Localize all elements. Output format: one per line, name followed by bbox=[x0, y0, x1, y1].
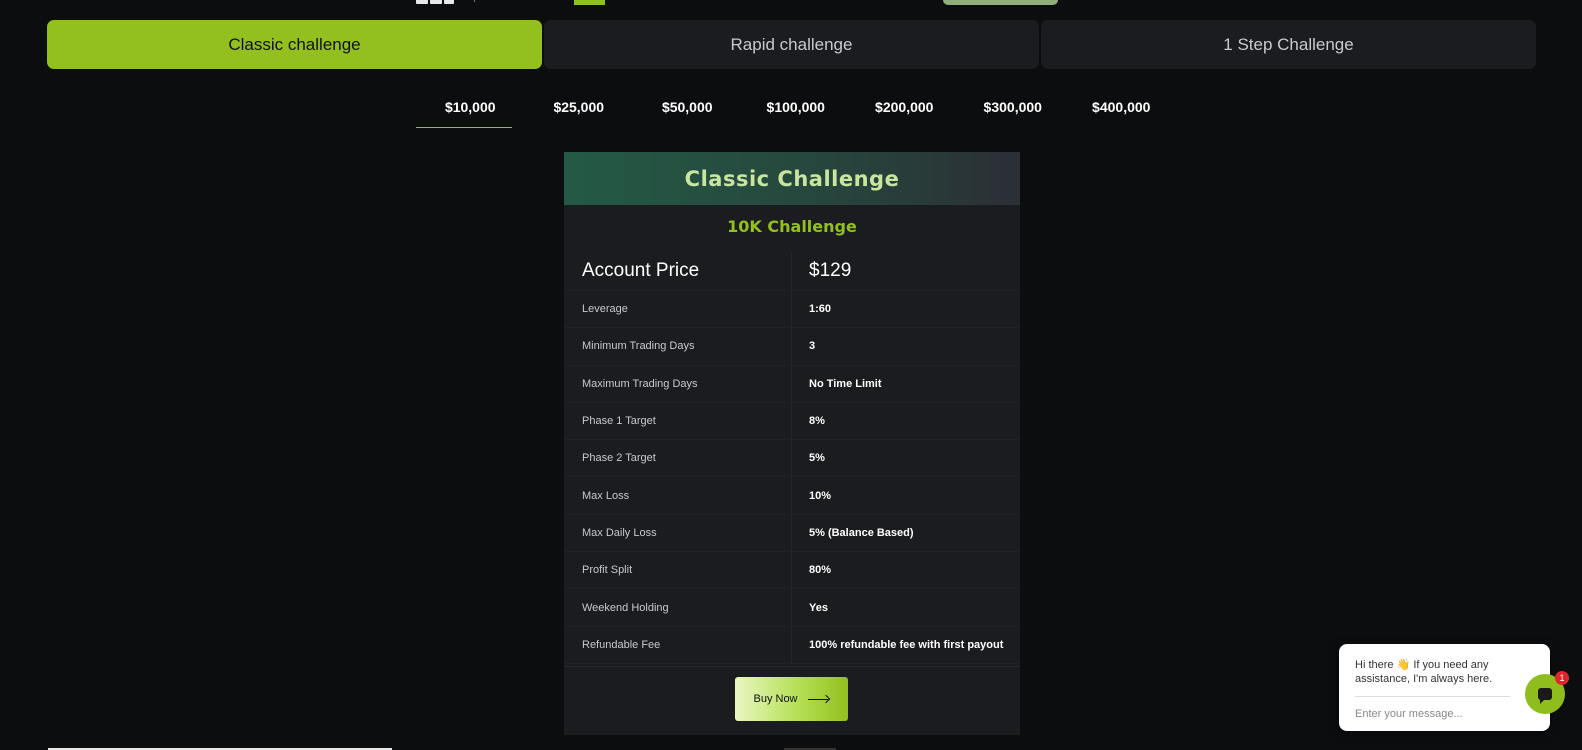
row-label: Max Daily Loss bbox=[564, 514, 792, 552]
tab-1-step-challenge[interactable]: 1 Step Challenge bbox=[1041, 20, 1536, 69]
tab-amount-100000[interactable]: $100,000 bbox=[742, 88, 851, 128]
row-value: 5% (Balance Based) bbox=[809, 526, 914, 539]
row-value: 3 bbox=[809, 340, 816, 353]
arrow-right-icon bbox=[807, 695, 830, 703]
table-row: Weekend Holding Yes bbox=[564, 589, 1020, 627]
chat-greeting: Hi there 👋 If you need any assistance, I… bbox=[1355, 659, 1493, 685]
challenge-details-table: Account Price $129 Leverage 1:60 Minimum… bbox=[564, 252, 1020, 664]
row-value: 5% bbox=[809, 452, 825, 465]
tab-amount-300000[interactable]: $300,000 bbox=[959, 88, 1068, 128]
logo-tagline bbox=[474, 0, 518, 2]
row-value: 10% bbox=[809, 489, 832, 502]
table-row: Max Loss 10% bbox=[564, 477, 1020, 515]
row-value: $129 bbox=[809, 260, 852, 281]
table-row: Leverage 1:60 bbox=[564, 291, 1020, 329]
card-header: Classic Challenge bbox=[564, 152, 1020, 205]
challenge-card: Classic Challenge 10K Challenge Account … bbox=[564, 152, 1020, 735]
tab-amount-50000[interactable]: $50,000 bbox=[633, 88, 742, 128]
row-value: Yes bbox=[809, 601, 828, 614]
row-value: 1:60 bbox=[809, 303, 832, 316]
site-logo[interactable] bbox=[416, 0, 456, 4]
row-label: Max Loss bbox=[564, 477, 792, 514]
table-row: Minimum Trading Days 3 bbox=[564, 328, 1020, 366]
buy-now-label: Buy Now bbox=[753, 693, 798, 705]
row-value: 80% bbox=[809, 564, 832, 577]
table-row: Profit Split 80% bbox=[564, 552, 1020, 590]
tab-amount-25000[interactable]: $25,000 bbox=[525, 88, 634, 128]
card-title: Classic Challenge bbox=[684, 166, 900, 191]
card-subtitle: 10K Challenge bbox=[727, 217, 857, 236]
header-accent-block bbox=[574, 0, 605, 5]
chat-divider bbox=[1355, 696, 1510, 697]
chat-popup: Hi there 👋 If you need any assistance, I… bbox=[1339, 644, 1550, 731]
row-label: Maximum Trading Days bbox=[564, 365, 792, 402]
table-row: Maximum Trading Days No Time Limit bbox=[564, 365, 1020, 403]
tab-rapid-challenge[interactable]: Rapid challenge bbox=[544, 20, 1039, 69]
row-value: 8% bbox=[809, 415, 825, 428]
chat-notification-badge: 1 bbox=[1555, 671, 1569, 685]
table-row: Phase 1 Target 8% bbox=[564, 402, 1020, 441]
card-footer: Buy Now bbox=[564, 666, 1020, 735]
tab-amount-400000[interactable]: $400,000 bbox=[1067, 88, 1176, 128]
tab-amount-200000[interactable]: $200,000 bbox=[850, 88, 959, 128]
header-cta-button[interactable] bbox=[943, 0, 1058, 5]
tab-classic-challenge[interactable]: Classic challenge bbox=[47, 20, 542, 69]
chat-message-input[interactable] bbox=[1355, 706, 1505, 722]
row-label: Weekend Holding bbox=[564, 589, 792, 626]
row-label: Phase 2 Target bbox=[564, 440, 792, 477]
row-label: Refundable Fee bbox=[564, 626, 792, 663]
row-label: Profit Split bbox=[564, 552, 792, 589]
buy-now-button[interactable]: Buy Now bbox=[735, 677, 848, 721]
table-row: Max Daily Loss 5% (Balance Based) bbox=[564, 514, 1020, 553]
account-size-tabs: $10,000 $25,000 $50,000 $100,000 $200,00… bbox=[416, 88, 1176, 128]
row-value: 100% refundable fee with first payout bbox=[809, 638, 1004, 651]
table-row: Refundable Fee 100% refundable fee with … bbox=[564, 626, 1020, 664]
tab-amount-10000[interactable]: $10,000 bbox=[416, 88, 525, 128]
row-label: Minimum Trading Days bbox=[564, 328, 792, 365]
challenge-type-tabs: Classic challenge Rapid challenge 1 Step… bbox=[47, 20, 1536, 69]
row-label: Leverage bbox=[564, 291, 792, 328]
table-row-account-price: Account Price $129 bbox=[564, 252, 1020, 291]
chat-bubble-icon bbox=[1538, 688, 1552, 704]
table-row: Phase 2 Target 5% bbox=[564, 440, 1020, 478]
row-label: Phase 1 Target bbox=[564, 402, 792, 440]
row-label: Account Price bbox=[564, 252, 792, 290]
row-value: No Time Limit bbox=[809, 377, 882, 390]
